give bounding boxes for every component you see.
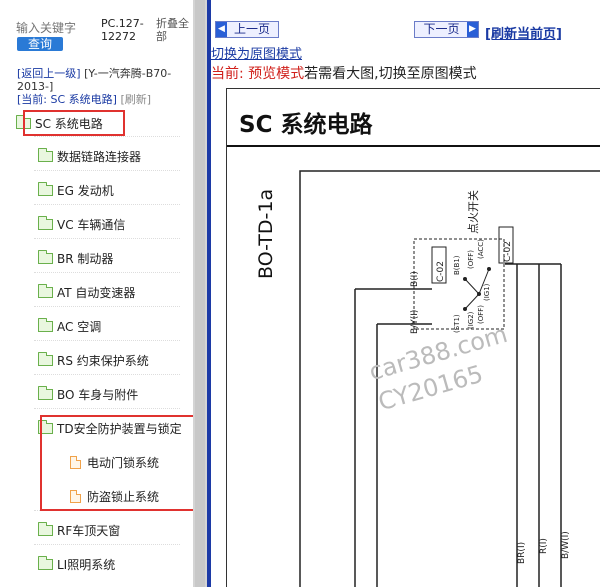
row-divider [34, 306, 180, 307]
svg-text:(OFF): (OFF) [467, 250, 475, 269]
svg-text:(IG1): (IG1) [483, 283, 491, 301]
row-divider [34, 340, 180, 341]
folder-icon [38, 215, 53, 230]
side-code: BO-TD-1a [255, 189, 277, 279]
mode-suffix: 若需看大图,切换至原图模式 [304, 66, 477, 82]
svg-text:B(B1): B(B1) [453, 255, 461, 275]
svg-text:(ST1): (ST1) [453, 314, 461, 333]
tree-item-label: RF车顶天窗 [57, 523, 121, 538]
tree-item-br[interactable]: BR 制动器 [38, 248, 113, 268]
tree-item-label: 数据链路连接器 [57, 149, 142, 164]
svg-text:B(I): B(I) [410, 271, 420, 287]
tree-item-label: EG 发动机 [57, 183, 114, 198]
svg-text:BR(I): BR(I) [517, 542, 527, 564]
collapse-all-link[interactable]: 折叠全部 [156, 17, 192, 43]
sidebar: 查询 PC.127-12272 折叠全部 [返回上一级] [Y-一汽奔腾-B70… [0, 0, 193, 587]
tree-item-bo[interactable]: BO 车身与附件 [38, 384, 138, 404]
tree-item-at[interactable]: AT 自动变速器 [38, 282, 135, 302]
circuit-diagram: SC 系统电路 BO-TD-1a 点火开关 C-02 C-02 B(B1) (O… [226, 88, 600, 587]
folder-icon [38, 147, 53, 162]
arrow-right-icon: ▶ [467, 22, 478, 37]
connector-left-label: C-02 [436, 261, 446, 282]
search-button[interactable]: 查询 [17, 37, 63, 51]
tree-item-vc[interactable]: VC 车辆通信 [38, 214, 125, 234]
ignition-label: 点火开关 [466, 190, 480, 234]
highlight-box-sc [23, 110, 125, 136]
connector-right-label: C-02 [503, 241, 513, 262]
tree-item-rs[interactable]: RS 约束保护系统 [38, 350, 149, 370]
row-divider [34, 374, 180, 375]
tree-item-data-link[interactable]: 数据链路连接器 [38, 146, 141, 166]
highlight-box-td [40, 415, 193, 511]
row-divider [34, 204, 180, 205]
folder-icon [38, 181, 53, 196]
tree-item-rf[interactable]: RF车顶天窗 [38, 520, 120, 540]
folder-icon [38, 351, 53, 366]
catalog-code: PC.127-12272 [101, 17, 144, 43]
row-divider [34, 170, 180, 171]
svg-text:B/Y(I): B/Y(I) [410, 310, 420, 334]
mode-status: 当前: 预览模式若需看大图,切换至原图模式 [211, 63, 477, 83]
folder-icon [38, 521, 53, 536]
svg-text:(OFF): (OFF) [477, 305, 485, 324]
folder-icon [38, 283, 53, 298]
viewer: ◀ 上一页 下一页 ▶ [刷新当前页] 切换为原图模式 当前: 预览模式若需看大… [211, 0, 600, 587]
row-divider [34, 272, 180, 273]
folder-icon [38, 249, 53, 264]
circuit-drawing: BO-TD-1a 点火开关 C-02 C-02 B(B1) (OFF) (ACC… [227, 145, 600, 587]
current-node-link[interactable]: [当前: SC 系统电路] [17, 93, 117, 106]
tree-item-label: LI照明系统 [57, 557, 116, 572]
viewer-toolbar: ◀ 上一页 下一页 ▶ [刷新当前页] [211, 14, 600, 44]
tree-item-label: BR 制动器 [57, 251, 114, 266]
switch-original-mode-link[interactable]: 切换为原图模式 [211, 43, 302, 62]
svg-text:(ACC): (ACC) [477, 239, 485, 259]
sidebar-scrollbar[interactable] [193, 0, 207, 587]
prev-page-button[interactable]: ◀ 上一页 [215, 21, 279, 38]
folder-icon [38, 317, 53, 332]
tree-item-label: VC 车辆通信 [57, 217, 126, 232]
tree-item-li[interactable]: LI照明系统 [38, 554, 115, 574]
arrow-left-icon: ◀ [216, 22, 227, 37]
row-divider [34, 544, 180, 545]
tree-item-label: BO 车身与附件 [57, 387, 139, 402]
refresh-tree-link[interactable]: [刷新] [120, 93, 151, 106]
tree-item-label: RS 约束保护系统 [57, 353, 149, 368]
svg-text:R(I): R(I) [539, 538, 549, 554]
back-link[interactable]: [返回上一级] [17, 67, 81, 80]
row-divider [34, 238, 180, 239]
tree-item-label: AC 空调 [57, 319, 102, 334]
next-page-label: 下一页 [423, 22, 460, 36]
svg-text:(IG2): (IG2) [467, 311, 475, 329]
refresh-page-link[interactable]: [刷新当前页] [485, 23, 562, 42]
row-divider [34, 136, 180, 137]
prev-page-label: 上一页 [233, 22, 270, 36]
breadcrumb: [返回上一级] [Y-一汽奔腾-B70-2013-] [当前: SC 系统电路]… [17, 67, 193, 106]
tree-item-eg[interactable]: EG 发动机 [38, 180, 114, 200]
tree-item-ac[interactable]: AC 空调 [38, 316, 101, 336]
scrollbar-thumb[interactable] [195, 0, 205, 587]
mode-prefix: 当前: [211, 66, 249, 82]
next-page-button[interactable]: 下一页 ▶ [414, 21, 479, 38]
svg-text:B/W(I): B/W(I) [561, 531, 571, 559]
folder-icon [38, 555, 53, 570]
mode-name: 预览模式 [248, 66, 305, 82]
search-input[interactable] [14, 20, 88, 36]
tree-item-label: AT 自动变速器 [57, 285, 136, 300]
folder-icon [38, 385, 53, 400]
row-divider [34, 408, 180, 409]
